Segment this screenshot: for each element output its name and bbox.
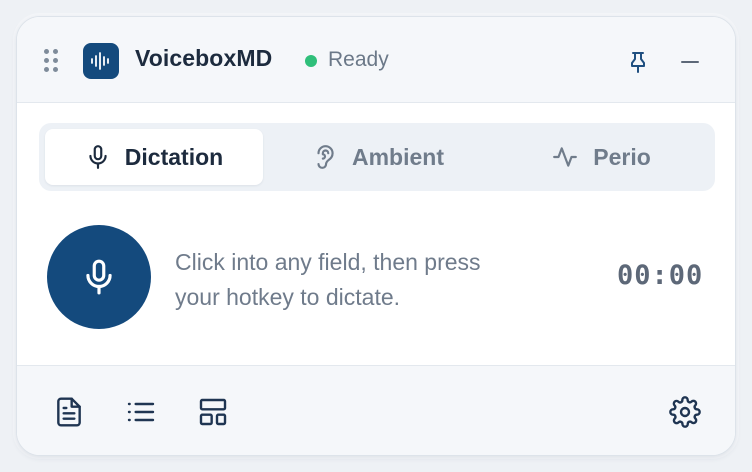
layout-icon (199, 398, 227, 426)
list-icon (127, 402, 155, 422)
status-text: Ready (328, 48, 389, 71)
minimize-button[interactable] (675, 47, 705, 77)
ear-icon (317, 145, 334, 169)
microphone-icon (86, 259, 112, 295)
microphone-icon (89, 145, 107, 169)
settings-icon (669, 396, 701, 428)
instruction-text: Click into any field, then press your ho… (175, 245, 575, 315)
activity-icon (553, 147, 578, 167)
settings-button[interactable] (667, 394, 703, 430)
footer-toolbar (17, 365, 735, 455)
tab-label: Perio (593, 143, 651, 170)
tab-label: Dictation (124, 143, 224, 170)
instruction-line-2: your hotkey to dictate. (175, 284, 401, 310)
tab-perio[interactable]: Perio (493, 129, 709, 185)
mode-tabs: Dictation Ambient Perio (39, 123, 715, 191)
tab-label: Ambient (352, 143, 444, 170)
voicebox-widget: VoiceboxMD Ready Dictation Ambient Perio… (16, 16, 736, 456)
instruction-line-1: Click into any field, then press (175, 249, 481, 275)
layout-button[interactable] (195, 394, 231, 430)
list-button[interactable] (123, 394, 159, 430)
title-bar: VoiceboxMD Ready (17, 17, 735, 103)
notes-button[interactable] (51, 394, 87, 430)
status-indicator (305, 55, 317, 67)
recording-timer: 00:00 (617, 260, 704, 291)
pin-button[interactable] (623, 47, 653, 77)
app-title: VoiceboxMD (135, 45, 273, 71)
minimize-icon (681, 61, 699, 63)
record-button[interactable] (47, 225, 151, 329)
tab-ambient[interactable]: Ambient (269, 129, 487, 185)
pin-icon (631, 52, 645, 73)
drag-handle-icon[interactable] (44, 49, 58, 73)
tab-dictation[interactable]: Dictation (45, 129, 263, 185)
document-icon (57, 397, 81, 427)
audio-waveform-icon (91, 52, 109, 70)
app-logo (83, 43, 119, 79)
